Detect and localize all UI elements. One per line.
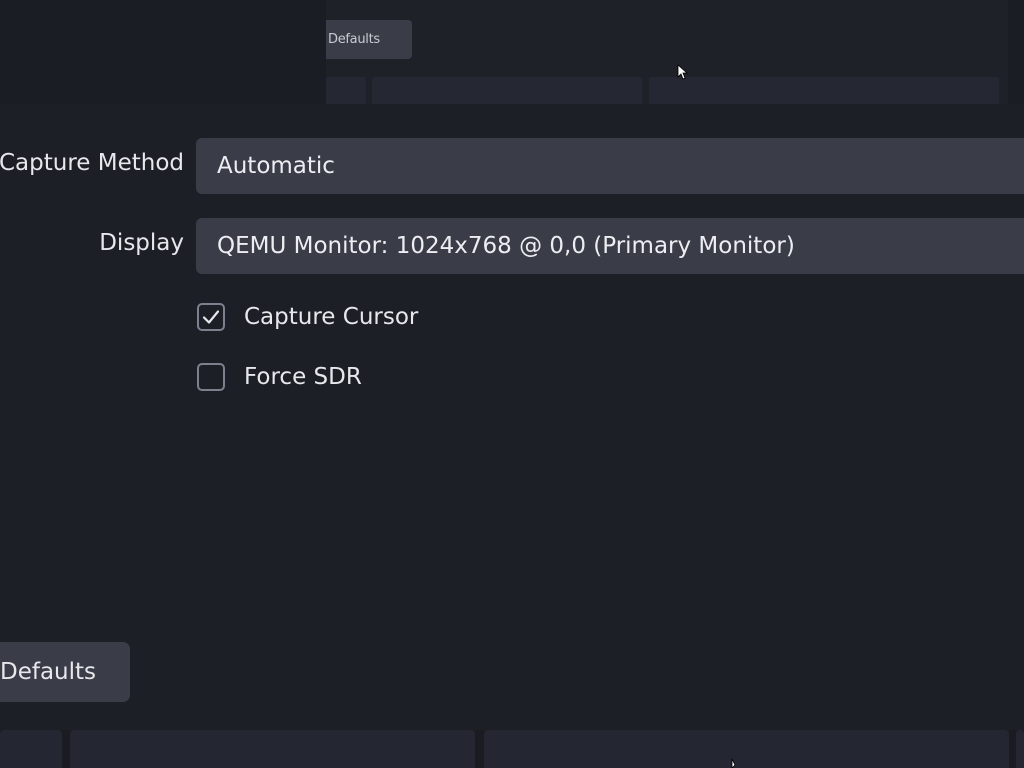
defaults-button[interactable]: Defaults [0, 642, 130, 702]
capture-cursor-checkbox[interactable] [197, 303, 225, 331]
capture-cursor-label: Capture Cursor [244, 304, 419, 330]
capture-method-select[interactable]: Automatic [196, 138, 1024, 194]
display-select[interactable]: QEMU Monitor: 1024x768 @ 0,0 (Primary Mo… [196, 218, 1024, 274]
force-sdr-label: Force SDR [244, 364, 362, 390]
properties-dialog: Capture Method Automatic Display QEMU Mo… [0, 104, 1024, 768]
footer-button[interactable] [1016, 730, 1024, 768]
capture-cursor-option[interactable]: Capture Cursor [197, 300, 418, 334]
mouse-pointer-icon [677, 64, 689, 80]
footer-button[interactable] [484, 730, 1009, 768]
checkmark-icon [202, 310, 220, 324]
background-defaults-button[interactable]: Defaults [326, 20, 412, 59]
display-label: Display [99, 230, 184, 256]
background-button-segment [326, 77, 366, 104]
force-sdr-checkbox[interactable] [197, 363, 225, 391]
background-button[interactable] [649, 77, 999, 104]
capture-method-label: Capture Method [0, 150, 184, 176]
footer-button[interactable] [0, 730, 62, 768]
force-sdr-option[interactable]: Force SDR [197, 360, 362, 394]
mouse-pointer-icon [731, 758, 736, 768]
background-button[interactable] [372, 77, 642, 104]
footer-button[interactable] [70, 730, 475, 768]
background-window-edge [1008, 0, 1024, 104]
